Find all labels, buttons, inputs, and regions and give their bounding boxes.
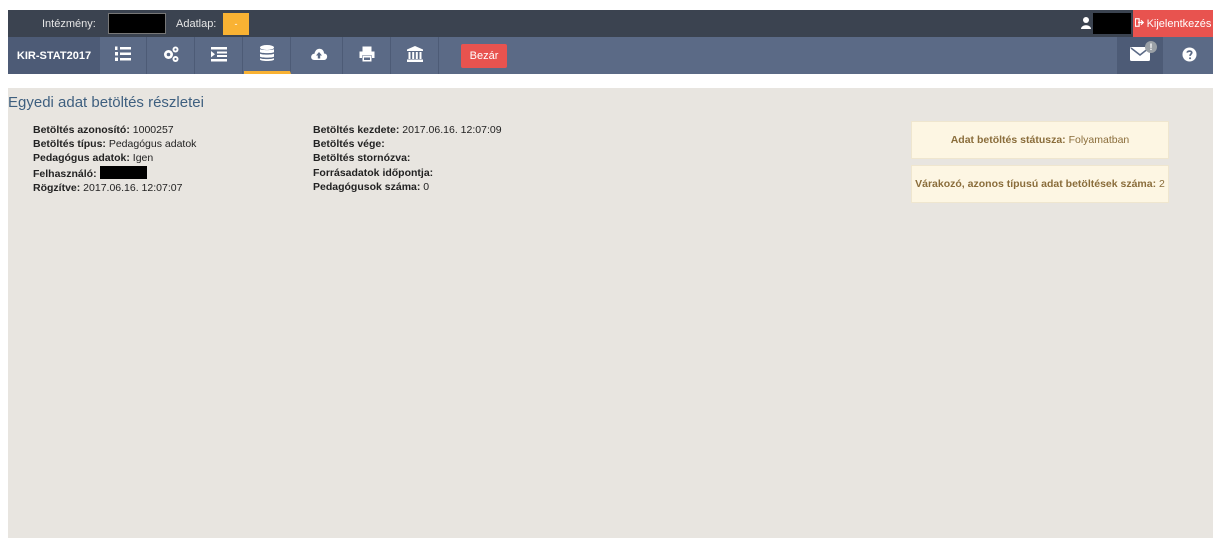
detail-row: Pedagógus adatok: Igen <box>33 151 196 165</box>
logout-label: Kijelentkezés <box>1146 17 1212 30</box>
nav-button-institution[interactable] <box>392 37 439 74</box>
nav-button-print[interactable] <box>344 37 391 74</box>
nav-button-indent[interactable] <box>196 37 243 74</box>
detail-value: 2017.06.16. 12:07:09 <box>402 124 502 136</box>
messages-button[interactable]: ! <box>1117 37 1163 74</box>
brand-label[interactable]: KIR-STAT2017 <box>8 37 100 74</box>
gears-icon <box>162 45 180 66</box>
waiting-label: Várakozó, azonos típusú adat betöltések … <box>915 178 1157 190</box>
database-icon <box>258 44 276 65</box>
detail-row: Betöltés vége: <box>313 137 502 151</box>
detail-row: Betöltés típus: Pedagógus adatok <box>33 137 196 151</box>
messages-badge: ! <box>1145 41 1157 53</box>
detail-label: Betöltés azonosító: <box>33 124 130 136</box>
detail-label: Betöltés kezdete: <box>313 124 400 136</box>
detail-label: Betöltés típus: <box>33 138 106 151</box>
content-area: Egyedi adat betöltés részletei Betöltés … <box>8 88 1213 538</box>
form-label: Adatlap: <box>176 18 217 30</box>
nav-button-upload[interactable] <box>296 37 343 74</box>
detail-label: Forrásadatok időpontja: <box>313 166 434 179</box>
detail-row: Betöltés kezdete: 2017.06.16. 12:07:09 <box>313 123 502 137</box>
institution-label: Intézmény: <box>42 18 96 30</box>
detail-value: 1000257 <box>132 124 174 136</box>
indent-icon <box>210 45 228 66</box>
details-left: Betöltés azonosító: 1000257 Betöltés típ… <box>33 123 196 195</box>
detail-row: Betöltés stornózva: <box>313 151 502 165</box>
detail-label: Pedagógusok száma: <box>313 180 421 193</box>
detail-row: Rögzítve: 2017.06.16. 12:07:07 <box>33 181 196 195</box>
detail-value: Pedagógus adatok <box>108 138 197 151</box>
form-select[interactable]: - <box>223 13 249 35</box>
form-select-value: - <box>234 19 238 29</box>
logout-button[interactable]: Kijelentkezés <box>1133 10 1213 37</box>
detail-label: Betöltés stornózva: <box>313 152 411 165</box>
status-value: Folyamatban <box>1068 134 1130 146</box>
nav-bar: KIR-STAT2017 Bezár ! <box>8 37 1213 74</box>
redacted-user <box>99 165 147 179</box>
waiting-count-box: Várakozó, azonos típusú adat betöltések … <box>911 165 1169 203</box>
user-icon <box>1080 16 1092 30</box>
list-ordered-icon <box>114 45 132 66</box>
user-name <box>1093 13 1131 34</box>
institution-icon <box>406 45 424 66</box>
detail-value: Igen <box>132 152 154 165</box>
page-title: Egyedi adat betöltés részletei <box>8 94 204 111</box>
detail-row: Felhasználó: <box>33 165 196 181</box>
detail-row: Forrásadatok időpontja: <box>313 166 502 180</box>
help-button[interactable] <box>1166 37 1213 74</box>
nav-button-list[interactable] <box>100 37 147 74</box>
detail-value: 2017.06.16. 12:07:07 <box>83 181 183 194</box>
institution-select[interactable] <box>108 13 166 34</box>
detail-row: Betöltés azonosító: 1000257 <box>33 123 196 137</box>
detail-label: Rögzítve: <box>33 181 81 194</box>
question-circle-icon <box>1182 46 1197 65</box>
top-bar: Intézmény: Adatlap: - Kijelentkezés <box>8 10 1213 37</box>
cloud-upload-icon <box>310 45 328 66</box>
sign-out-icon <box>1134 17 1144 30</box>
detail-label: Betöltés vége: <box>313 138 385 151</box>
nav-button-settings[interactable] <box>148 37 195 74</box>
detail-row: Pedagógusok száma: 0 <box>313 180 502 194</box>
close-button[interactable]: Bezár <box>461 44 507 68</box>
status-box: Adat betöltés státusza: Folyamatban <box>911 121 1169 159</box>
detail-label: Felhasználó: <box>33 167 97 180</box>
print-icon <box>358 45 376 66</box>
status-label: Adat betöltés státusza: <box>950 134 1066 146</box>
detail-value: 0 <box>423 180 430 193</box>
nav-button-database[interactable] <box>244 37 291 74</box>
details-right: Betöltés kezdete: 2017.06.16. 12:07:09 B… <box>313 123 502 194</box>
detail-label: Pedagógus adatok: <box>33 152 130 165</box>
waiting-value: 2 <box>1159 178 1165 190</box>
